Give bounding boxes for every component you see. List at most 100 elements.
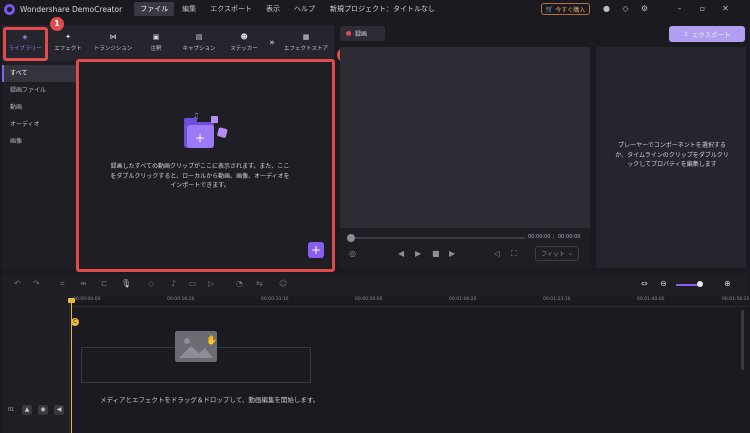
minimize-icon[interactable]: – [674, 3, 685, 14]
preview-canvas[interactable] [340, 47, 590, 228]
annotation-icon: ▣ [152, 33, 160, 41]
image-placeholder-icon: ✋ [175, 331, 217, 362]
sidebar-item-all[interactable]: すべて [2, 65, 76, 82]
account-icon[interactable]: ● [601, 3, 612, 14]
fullscreen-icon[interactable]: ⛶ [511, 249, 517, 259]
highlight-box-1 [3, 27, 48, 61]
seek-knob[interactable] [347, 234, 355, 242]
menu-bar: ファイル 編集 エクスポート 表示 ヘルプ [134, 2, 321, 16]
sidebar-item-images[interactable]: 画像 [2, 133, 76, 150]
zoom-slider-knob[interactable] [697, 281, 703, 287]
menu-export[interactable]: エクスポート [204, 2, 258, 16]
project-title: 新規プロジェクト：タイトルなし [330, 5, 435, 13]
mute-track-icon[interactable]: ◀ [54, 405, 64, 415]
play-icon[interactable]: ▶ [415, 249, 421, 258]
settings-icon[interactable]: ⚙ [639, 3, 650, 14]
time-separator: | [553, 234, 555, 240]
stop-icon[interactable]: ■ [432, 249, 440, 258]
zoom-out-icon[interactable]: ⊖ [660, 279, 667, 288]
volume-icon[interactable]: ◁ [494, 249, 500, 258]
buy-now-button[interactable]: 🛒 今すぐ購入 [541, 3, 590, 15]
menu-view[interactable]: 表示 [260, 2, 286, 16]
cart-icon: 🛒 [545, 5, 554, 13]
export-button[interactable]: ⇪ エクスポート [669, 26, 745, 42]
close-icon[interactable]: ✕ [720, 3, 731, 14]
crop-frame-icon[interactable]: ▭ [189, 279, 197, 288]
ai-tools-icon[interactable]: ◇ [148, 279, 154, 288]
transition-icon: ⋈ [109, 33, 117, 41]
time-total: 00:00:00 [558, 234, 581, 240]
tab-transitions-label: トランジション [93, 46, 133, 52]
avatar-icon[interactable]: ☺ [279, 279, 287, 288]
tabs-more-button[interactable]: » [264, 25, 280, 61]
upload-icon: ⇪ [683, 30, 689, 38]
tutorial-icon[interactable]: ◇ [620, 3, 631, 14]
menu-help[interactable]: ヘルプ [288, 2, 321, 16]
tab-annotations-label: 注釈 [150, 46, 162, 52]
store-icon: ▦ [302, 33, 310, 41]
menu-edit[interactable]: 編集 [176, 2, 202, 16]
undo-icon[interactable]: ↶ [14, 279, 21, 288]
speed-icon[interactable]: ◔ [236, 279, 243, 288]
ruler-tick: 00:01:23:10 [543, 297, 571, 302]
screenshot-icon[interactable]: ◎ [349, 249, 356, 258]
library-sidebar: すべて 録画ファイル 動画 オーディオ 画像 [2, 61, 76, 269]
export-button-label: エクスポート [691, 31, 731, 39]
fit-select-value: フィット [541, 251, 565, 258]
ruler-tick: 00:00:50:00 [355, 297, 383, 302]
sticker-icon: ☻ [240, 33, 248, 41]
redo-icon[interactable]: ↷ [33, 279, 40, 288]
ruler-tick: 00:01:56:20 [722, 297, 750, 302]
ruler-tick: 00:01:06:20 [449, 297, 477, 302]
visibility-icon[interactable]: ◉ [38, 405, 48, 415]
seek-bar[interactable] [349, 237, 525, 239]
crop-icon[interactable]: ⌗ [60, 279, 65, 289]
transcode-icon[interactable]: ⇆ [256, 279, 263, 288]
microphone-icon[interactable]: 🎙 [121, 279, 131, 288]
recording-tab-label: 録画 [355, 31, 368, 38]
tab-captions-label: キャプション [182, 46, 216, 52]
lock-track-icon[interactable]: ▲ [22, 405, 32, 415]
buy-now-label: 今すぐ購入 [555, 6, 586, 14]
sparkle-icon: ✦ [65, 33, 71, 41]
app-title: Wondershare DemoCreator [20, 4, 123, 14]
svg-text:✋: ✋ [206, 334, 217, 346]
tab-captions[interactable]: ▤ キャプション [174, 25, 224, 61]
track-number: 01 [8, 407, 15, 413]
tab-stickers-label: ステッカー [230, 46, 258, 52]
zoom-in-icon[interactable]: ⊕ [724, 279, 731, 288]
playhead-handle[interactable] [68, 298, 75, 303]
trim-icon[interactable]: ⊏ [101, 279, 108, 288]
fit-timeline-icon[interactable]: ⇔ [641, 279, 648, 288]
split-icon[interactable]: ⇹ [80, 279, 87, 288]
caption-icon: ▤ [195, 33, 203, 41]
double-chevron-right-icon: » [269, 37, 275, 48]
marker-icon[interactable]: C [71, 318, 79, 326]
timeline-drop-message: メディアとエフェクトをドラッグ＆ドロップして、動画編集を開始します。 [100, 396, 320, 404]
tab-annotations[interactable]: ▣ 注釈 [138, 25, 174, 61]
tab-effect-store-label: エフェクトストア [283, 46, 328, 52]
ruler-tick: 00:00:16:20 [167, 297, 195, 302]
recording-tab[interactable]: 録画 [340, 26, 385, 41]
step-forward-icon[interactable]: ▶ [449, 249, 455, 258]
timeline-scrollbar[interactable] [741, 310, 744, 370]
ruler-tick: 00:00:33:10 [261, 297, 289, 302]
sidebar-item-recordings[interactable]: 録画ファイル [2, 82, 76, 99]
sidebar-item-audio[interactable]: オーディオ [2, 116, 76, 133]
sidebar-item-video[interactable]: 動画 [2, 99, 76, 116]
library-tab-bar: ◈ ライブラリー ✦ エフェクト ⋈ トランジション ▣ 注釈 ▤ キャプション… [2, 25, 334, 61]
maximize-icon[interactable]: ▫ [697, 3, 708, 14]
highlight-box-2 [76, 59, 335, 272]
tab-effects-label: エフェクト [54, 46, 82, 52]
fit-select[interactable]: フィット ⌄ [535, 246, 579, 261]
chevron-down-icon: ⌄ [567, 250, 573, 257]
audio-separate-icon[interactable]: ♪ [171, 279, 176, 288]
timeline-toolbar [2, 274, 748, 296]
menu-file[interactable]: ファイル [134, 2, 175, 16]
tab-stickers[interactable]: ☻ ステッカー [224, 25, 264, 61]
tab-transitions[interactable]: ⋈ トランジション [88, 25, 138, 61]
play-range-icon[interactable]: ▷ [208, 279, 214, 288]
step-back-icon[interactable]: ◀ [398, 249, 404, 258]
properties-message: プレーヤーでコンポーネントを選択するか、タイムラインのクリップをダブルクリックし… [615, 142, 729, 168]
tab-effect-store[interactable]: ▦ エフェクトストア [280, 25, 332, 61]
